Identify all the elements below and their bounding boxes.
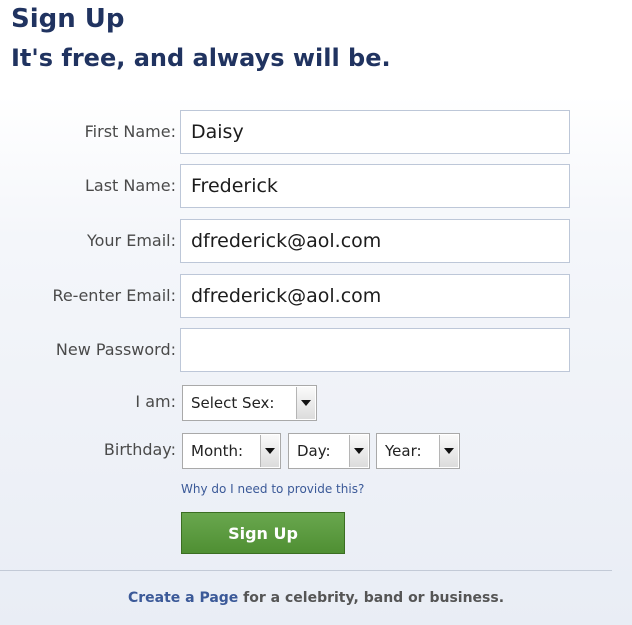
birthday-year-select[interactable]: Year: [376,433,460,469]
chevron-down-icon[interactable] [439,435,458,467]
footer-text: for a celebrity, band or business. [238,590,505,606]
last-name-label: Last Name: [84,176,176,195]
year-select-value: Year: [385,442,422,460]
reenter-email-row: Re-enter Email: [0,274,632,320]
day-select-value: Day: [297,442,331,460]
password-label: New Password: [55,340,176,359]
why-birthday-link[interactable]: Why do I need to provide this? [181,482,364,496]
first-name-input[interactable] [180,110,570,154]
first-name-row: First Name: [0,110,632,156]
page-subtitle: It's free, and always will be. [11,44,391,72]
reenter-email-label: Re-enter Email: [52,286,176,305]
password-row: New Password: [0,328,632,374]
divider [0,570,612,571]
last-name-row: Last Name: [0,164,632,210]
sex-label: I am: [135,392,176,411]
month-select-value: Month: [191,442,244,460]
page-title: Sign Up [11,4,125,34]
birthday-month-select[interactable]: Month: [182,433,281,469]
password-input[interactable] [180,328,570,372]
sex-select[interactable]: Select Sex: [182,385,317,421]
birthday-label: Birthday: [103,440,176,459]
sign-up-button[interactable]: Sign Up [181,512,345,554]
birthday-row: Birthday: Month: Day: Year: [0,431,632,477]
email-row: Your Email: [0,219,632,265]
last-name-input[interactable] [180,164,570,208]
signup-page: Sign Up It's free, and always will be. F… [0,0,632,625]
email-input[interactable] [180,219,570,263]
chevron-down-icon[interactable] [349,435,368,467]
footer: Create a Page for a celebrity, band or b… [0,590,632,606]
sex-select-value: Select Sex: [191,394,275,412]
first-name-label: First Name: [84,122,176,141]
create-page-link[interactable]: Create a Page [128,590,238,606]
sex-row: I am: Select Sex: [0,383,632,429]
email-label: Your Email: [86,231,176,250]
chevron-down-icon[interactable] [260,435,279,467]
reenter-email-input[interactable] [180,274,570,318]
chevron-down-icon[interactable] [296,387,315,419]
birthday-day-select[interactable]: Day: [288,433,370,469]
